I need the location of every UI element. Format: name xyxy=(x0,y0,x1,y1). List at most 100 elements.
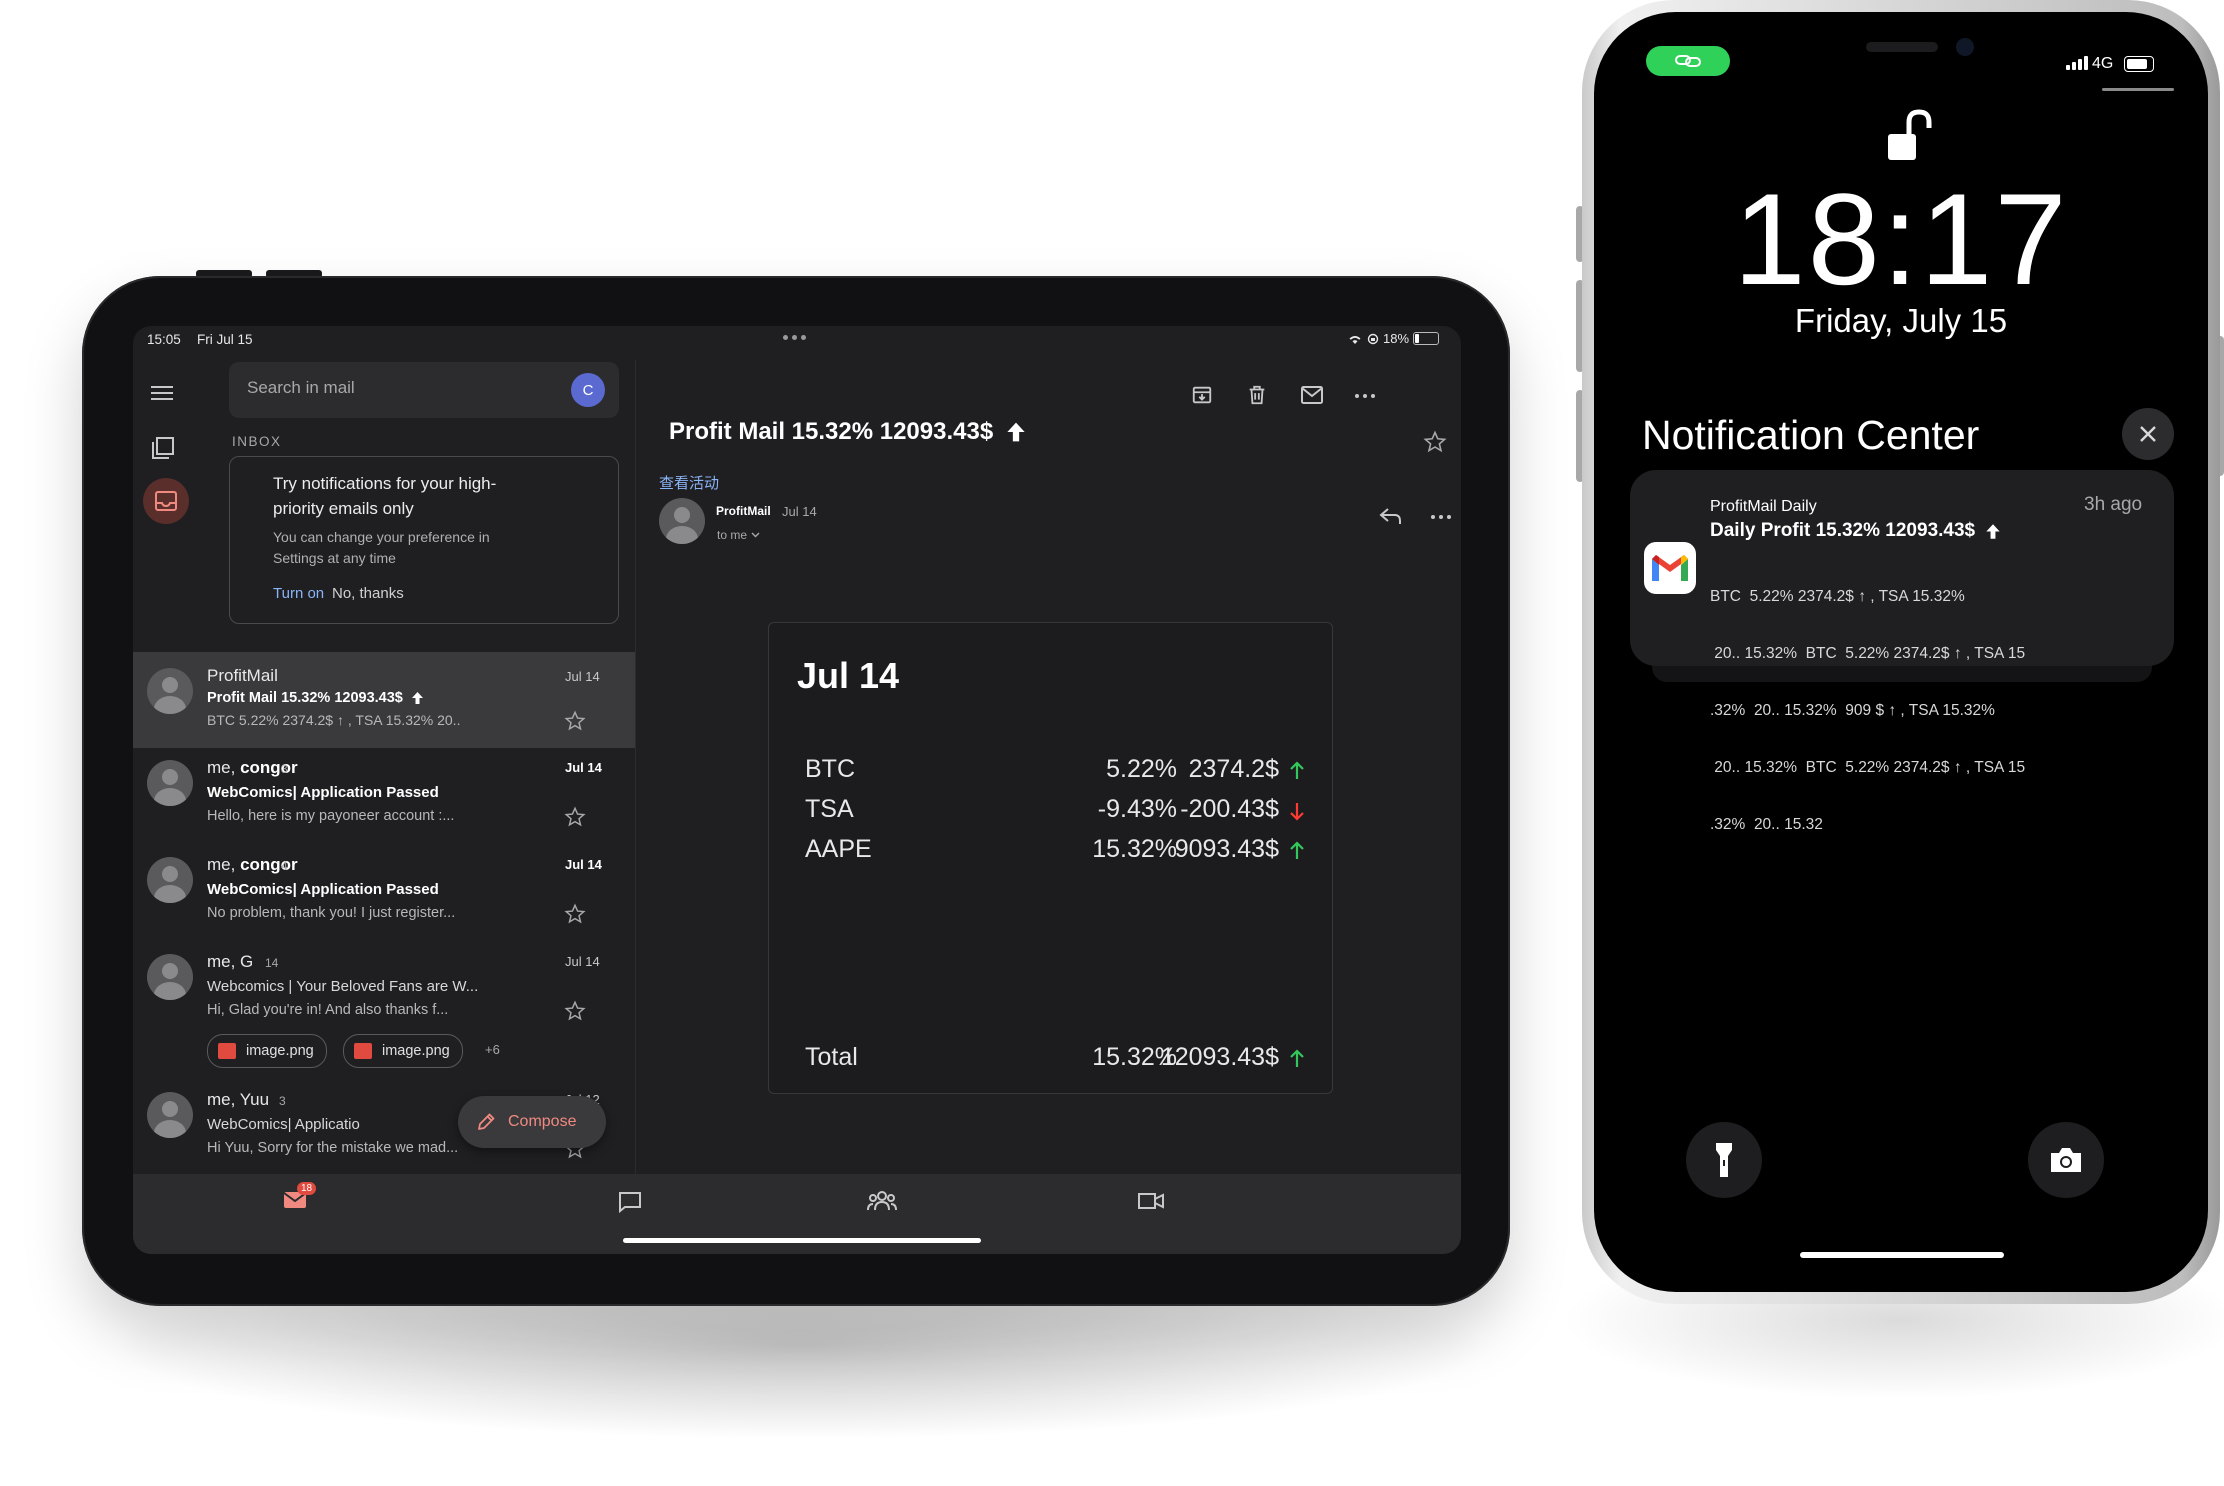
battery-icon xyxy=(1413,332,1440,345)
more-options-icon[interactable] xyxy=(1355,394,1375,398)
sender-avatar xyxy=(147,760,193,806)
asset-name: BTC xyxy=(805,755,855,783)
delete-icon[interactable] xyxy=(1246,384,1268,406)
thread-count: 3 xyxy=(281,762,288,776)
total-amount: 12093.43$ xyxy=(1160,1043,1279,1071)
inbox-icon xyxy=(155,491,177,511)
asset-amount: 9093.43$ xyxy=(1174,835,1279,863)
image-icon xyxy=(354,1043,372,1059)
thread-count: 3 xyxy=(279,1094,286,1108)
email-row[interactable]: ProfitMail Jul 14 Profit Mail 15.32% 120… xyxy=(133,652,635,748)
multitask-dots-icon[interactable] xyxy=(783,335,806,340)
asset-pct: 5.22% xyxy=(1106,755,1177,783)
search-placeholder: Search in mail xyxy=(247,378,355,397)
nav-mail-tab[interactable]: 18 xyxy=(283,1182,317,1210)
asset-pct: 15.32% xyxy=(1092,835,1177,863)
all-inboxes-icon[interactable] xyxy=(151,436,175,460)
account-avatar[interactable]: C xyxy=(571,373,605,407)
search-box[interactable]: Search in mail C xyxy=(229,362,619,418)
notification-card[interactable]: ProfitMail Daily 3h ago Daily Profit 15.… xyxy=(1630,470,2174,833)
home-indicator[interactable] xyxy=(1800,1252,2004,1258)
profit-row: TSA -9.43% -200.43$ xyxy=(805,795,1305,829)
status-time: 15:05 xyxy=(147,332,181,347)
clear-notifications-button[interactable] xyxy=(2122,408,2174,460)
star-icon[interactable] xyxy=(1423,430,1447,454)
arrow-up-icon xyxy=(1986,523,2000,539)
arrow-down-red-icon xyxy=(1290,803,1304,821)
close-icon xyxy=(2140,426,2156,442)
email-sender: ProfitMail xyxy=(207,666,278,685)
recipient-toggle[interactable]: to me xyxy=(717,528,760,542)
profit-row: AAPE 15.32% 9093.43$ xyxy=(805,835,1305,869)
lock-rotation-icon xyxy=(1367,333,1379,344)
email-sender: me, G xyxy=(207,952,254,971)
promo-body: You can change your preference in Setting… xyxy=(273,529,490,566)
camera-button[interactable] xyxy=(2028,1122,2104,1198)
total-label: Total xyxy=(805,1043,858,1071)
home-indicator[interactable] xyxy=(623,1238,981,1243)
arrow-up-green-icon xyxy=(1290,1049,1304,1067)
archive-icon[interactable] xyxy=(1191,384,1213,406)
battery-percent: 18% xyxy=(1383,331,1410,346)
from-name: ProfitMail xyxy=(716,504,771,518)
email-date: Jul 14 xyxy=(565,760,602,775)
email-date: Jul 14 xyxy=(565,857,602,872)
notification-center-title: Notification Center xyxy=(1642,412,1980,458)
meet-video-icon[interactable] xyxy=(1137,1190,1165,1212)
view-activity-link[interactable]: 查看活动 xyxy=(659,472,719,493)
attachment-chip[interactable]: image.png xyxy=(343,1034,463,1068)
card-date: Jul 14 xyxy=(797,655,900,696)
profit-row: BTC 5.22% 2374.2$ xyxy=(805,755,1305,789)
lock-screen-date: Friday, July 15 xyxy=(1794,302,2008,339)
mark-unread-icon[interactable] xyxy=(1300,384,1324,406)
reading-subject: Profit Mail 15.32% 12093.43$ xyxy=(669,418,994,445)
asset-pct: -9.43% xyxy=(1097,795,1177,823)
thread-count: 4 xyxy=(281,859,288,873)
notification-promo-card: Try notifications for your high-priority… xyxy=(229,456,619,624)
message-more-icon[interactable] xyxy=(1431,515,1451,519)
status-date: Fri Jul 15 xyxy=(197,332,253,347)
email-sender: me, Yuu xyxy=(207,1090,270,1109)
chat-icon[interactable] xyxy=(617,1190,643,1214)
control-center-indicator[interactable] xyxy=(2102,88,2174,91)
turn-on-button[interactable]: Turn on xyxy=(273,585,324,602)
flashlight-button[interactable] xyxy=(1686,1122,1762,1198)
notification-time: 3h ago xyxy=(2084,494,2143,515)
star-icon[interactable] xyxy=(564,903,586,925)
link-icon xyxy=(1675,55,1701,67)
star-icon[interactable] xyxy=(564,710,586,732)
menu-icon[interactable] xyxy=(151,384,173,402)
email-subject: WebComics| Application Passed xyxy=(207,881,439,898)
sender-avatar xyxy=(147,668,193,714)
star-icon[interactable] xyxy=(564,806,586,828)
attachment-chip[interactable]: image.png xyxy=(207,1034,327,1068)
flashlight-icon xyxy=(1716,1143,1732,1177)
arrow-up-icon xyxy=(1007,422,1025,442)
speaker-grille xyxy=(1866,42,1938,52)
asset-name: AAPE xyxy=(805,835,872,863)
email-subject: Profit Mail 15.32% 12093.43$ xyxy=(207,690,403,706)
front-camera xyxy=(1956,38,1974,56)
email-date: Jul 14 xyxy=(565,954,600,969)
lock-screen-time: 18:17 xyxy=(1733,166,2069,312)
compose-button[interactable]: Compose xyxy=(458,1096,606,1148)
email-snippet: BTC 5.22% 2374.2$ ↑ , TSA 15.32% 20.. xyxy=(207,712,461,728)
email-row[interactable]: me, G 14 Jul 14 Webcomics | Your Beloved… xyxy=(133,944,635,1074)
promo-title: Try notifications for your high-priority… xyxy=(273,474,497,518)
email-row[interactable]: me, congor 3 Jul 14 WebComics| Applicati… xyxy=(133,750,635,846)
pencil-icon xyxy=(478,1113,495,1130)
inbox-rail-button[interactable] xyxy=(143,478,189,524)
email-subject-header: Profit Mail 15.32% 12093.43$ xyxy=(669,418,1027,446)
arrow-up-green-icon xyxy=(1290,841,1304,859)
reply-icon[interactable] xyxy=(1379,506,1403,526)
spaces-icon[interactable] xyxy=(867,1190,897,1212)
no-thanks-button[interactable]: No, thanks xyxy=(332,585,404,602)
sender-avatar xyxy=(147,857,193,903)
more-attachments: +6 xyxy=(485,1042,500,1057)
bottom-nav: 18 xyxy=(133,1174,1461,1254)
asset-name: TSA xyxy=(805,795,854,823)
star-icon[interactable] xyxy=(564,1000,586,1022)
link-pill[interactable] xyxy=(1646,46,1730,76)
email-row[interactable]: me, congor 4 Jul 14 WebComics| Applicati… xyxy=(133,847,635,943)
network-type: 4G xyxy=(2092,55,2114,72)
